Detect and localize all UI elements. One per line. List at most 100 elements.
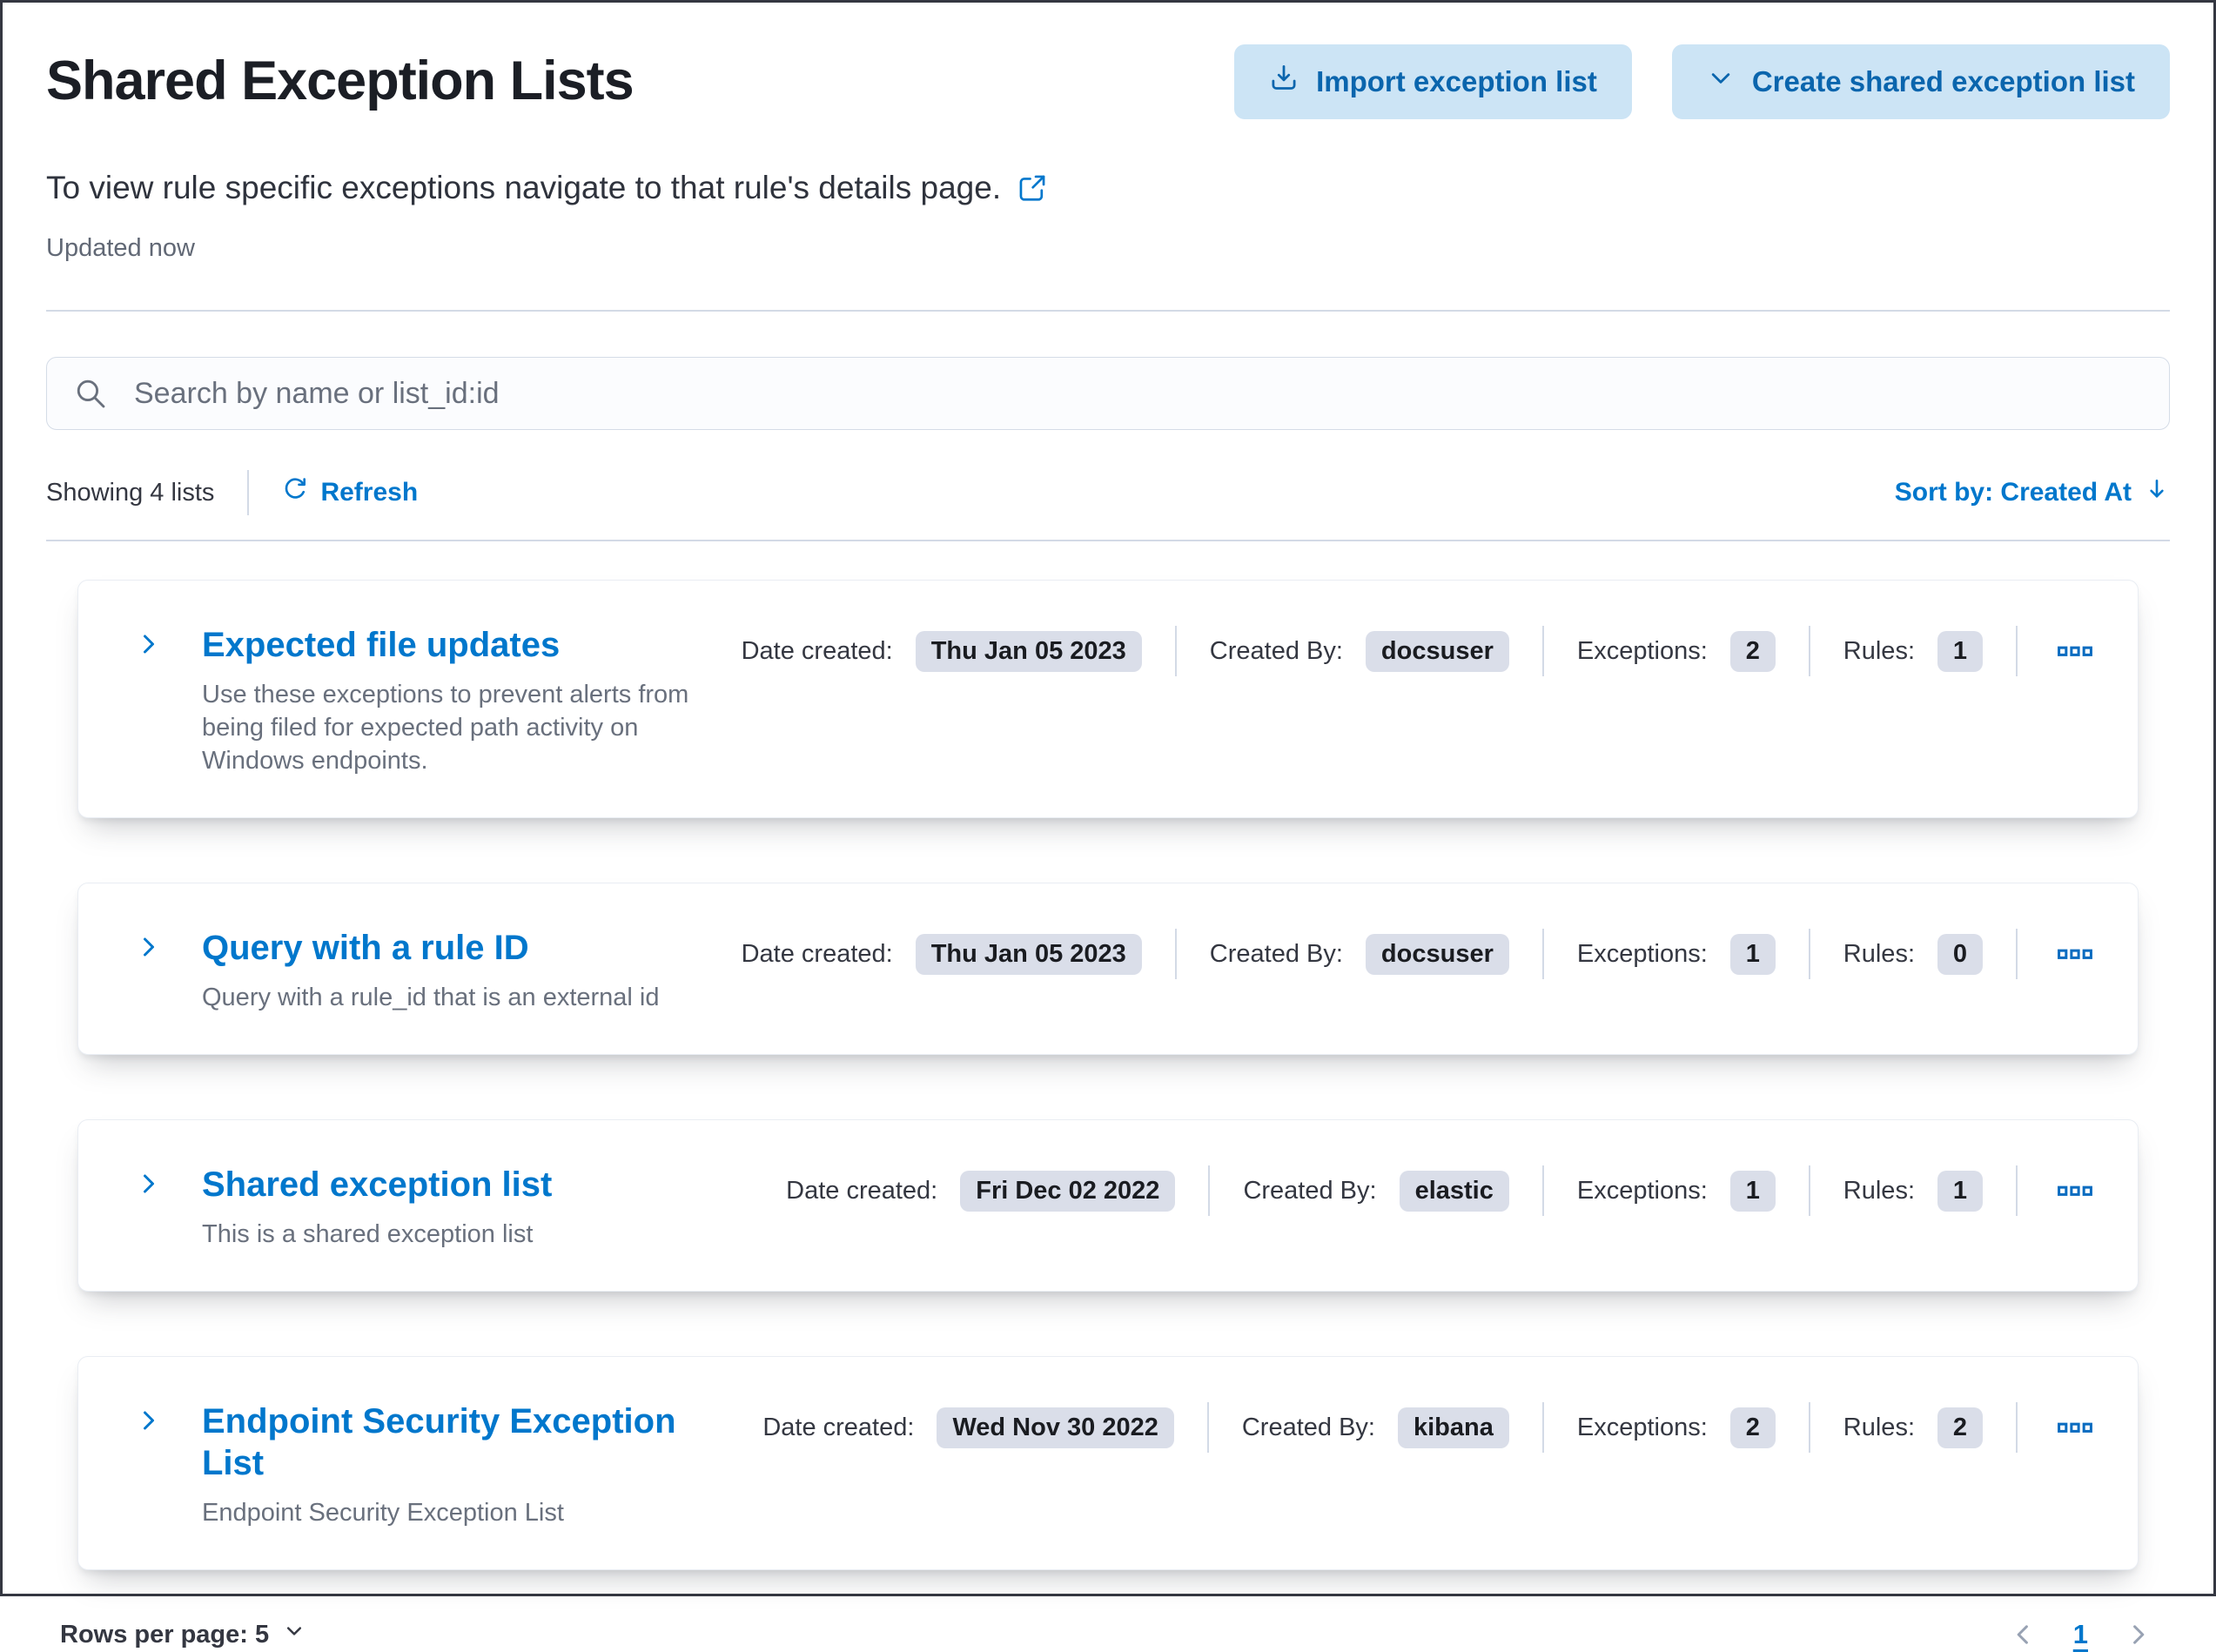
toolbar-divider — [247, 470, 250, 515]
rows-per-page-button[interactable]: Rows per page: 5 — [60, 1620, 306, 1649]
meta-divider — [1174, 626, 1177, 676]
sort-label: Sort by: Created At — [1894, 478, 2132, 507]
rules-badge: 1 — [1937, 630, 1983, 672]
page-subtitle: To view rule specific exceptions navigat… — [46, 170, 1002, 205]
meta-divider — [1541, 929, 1544, 979]
expand-row-button[interactable] — [136, 934, 162, 963]
list-name-link[interactable]: Shared exception list — [202, 1164, 552, 1205]
list-meta: Date created: Wed Nov 30 2022 Created By… — [762, 1402, 2099, 1453]
meta-divider — [1541, 1402, 1544, 1453]
import-download-icon — [1269, 64, 1299, 100]
meta-divider — [2016, 1402, 2018, 1453]
import-button-label: Import exception list — [1316, 65, 1597, 97]
showing-count: Showing 4 lists — [46, 478, 215, 507]
card-menu-button[interactable] — [2051, 627, 2099, 675]
created-by-badge: docsuser — [1365, 630, 1509, 672]
created-by-label: Created By: — [1209, 939, 1343, 968]
date-created-badge: Thu Jan 05 2023 — [915, 933, 1142, 975]
search-input[interactable] — [46, 357, 2170, 430]
pagination-next-button[interactable] — [2121, 1617, 2156, 1652]
search-icon — [74, 377, 107, 414]
date-created-label: Date created: — [741, 939, 893, 968]
meta-divider — [2016, 1165, 2018, 1216]
sort-by-button[interactable]: Sort by: Created At — [1895, 476, 2170, 509]
expand-row-button[interactable] — [136, 631, 162, 660]
shared-exception-lists-page: Shared Exception Lists Import exception … — [3, 3, 2213, 1652]
date-created-label: Date created: — [741, 636, 893, 665]
meta-divider — [1174, 929, 1177, 979]
chevron-down-icon — [283, 1620, 306, 1649]
updated-status: Updated now — [46, 234, 195, 262]
boxes-horizontal-icon — [2056, 1185, 2094, 1212]
boxes-horizontal-icon — [2056, 1422, 2094, 1449]
created-by-label: Created By: — [1243, 1176, 1377, 1205]
exception-lists: Expected file updates Use these exceptio… — [46, 541, 2170, 1570]
rows-per-page-label: Rows per page: 5 — [60, 1620, 270, 1649]
exceptions-label: Exceptions: — [1576, 1176, 1708, 1205]
list-meta: Date created: Fri Dec 02 2022 Created By… — [786, 1165, 2099, 1216]
meta-divider — [1541, 1165, 1544, 1216]
exceptions-badge: 1 — [1729, 1170, 1776, 1212]
expand-row-button[interactable] — [136, 1407, 162, 1436]
page-header: Shared Exception Lists Import exception … — [46, 27, 2170, 119]
date-created-label: Date created: — [786, 1176, 938, 1205]
create-button-label: Create shared exception list — [1751, 65, 2135, 97]
chevron-right-icon — [136, 1174, 162, 1199]
created-by-badge: kibana — [1398, 1407, 1509, 1448]
card-menu-button[interactable] — [2051, 930, 2099, 978]
boxes-horizontal-icon — [2056, 949, 2094, 976]
meta-divider — [1541, 626, 1544, 676]
meta-divider — [1208, 1165, 1211, 1216]
exceptions-label: Exceptions: — [1576, 636, 1708, 665]
list-name-link[interactable]: Query with a rule ID — [202, 927, 529, 969]
pagination: 1 — [2005, 1617, 2156, 1652]
chevron-left-icon — [2009, 1625, 2037, 1651]
rules-label: Rules: — [1843, 636, 1915, 665]
chevron-down-icon — [1707, 64, 1735, 99]
date-created-badge: Thu Jan 05 2023 — [915, 630, 1142, 672]
sort-down-icon — [2144, 476, 2170, 509]
exceptions-badge: 1 — [1729, 933, 1776, 975]
meta-divider — [2016, 929, 2018, 979]
created-by-label: Created By: — [1241, 1413, 1375, 1441]
external-link-icon[interactable] — [1017, 172, 1048, 204]
exceptions-badge: 2 — [1729, 630, 1776, 672]
created-by-label: Created By: — [1209, 636, 1343, 665]
header-divider — [46, 310, 2170, 312]
list-name-link[interactable]: Expected file updates — [202, 624, 560, 666]
list-name-link[interactable]: Endpoint Security Exception List — [202, 1400, 742, 1484]
date-created-badge: Wed Nov 30 2022 — [937, 1407, 1174, 1448]
exception-list-card: Query with a rule ID Query with a rule_i… — [77, 883, 2139, 1055]
exception-list-card: Expected file updates Use these exceptio… — [77, 580, 2139, 818]
exceptions-label: Exceptions: — [1576, 939, 1708, 968]
list-toolbar: Showing 4 lists Refresh Sort by: Created… — [46, 470, 2170, 515]
meta-divider — [1206, 1402, 1209, 1453]
rules-label: Rules: — [1843, 939, 1915, 968]
list-description: This is a shared exception list — [202, 1220, 534, 1248]
rules-badge: 2 — [1937, 1407, 1983, 1448]
meta-divider — [1808, 626, 1810, 676]
rules-label: Rules: — [1843, 1176, 1915, 1205]
chevron-right-icon — [136, 937, 162, 963]
list-meta: Date created: Thu Jan 05 2023 Created By… — [742, 929, 2099, 979]
card-menu-button[interactable] — [2051, 1166, 2099, 1215]
refresh-label: Refresh — [320, 478, 419, 507]
refresh-button[interactable]: Refresh — [282, 476, 418, 509]
page-number-button[interactable]: 1 — [2073, 1619, 2088, 1650]
import-exception-list-button[interactable]: Import exception list — [1234, 44, 1632, 119]
rules-badge: 1 — [1937, 1170, 1983, 1212]
created-by-badge: docsuser — [1365, 933, 1509, 975]
rules-label: Rules: — [1843, 1413, 1915, 1441]
refresh-icon — [282, 476, 308, 509]
exceptions-label: Exceptions: — [1576, 1413, 1708, 1441]
list-meta: Date created: Thu Jan 05 2023 Created By… — [742, 626, 2099, 676]
expand-row-button[interactable] — [136, 1171, 162, 1199]
pagination-prev-button[interactable] — [2005, 1617, 2040, 1652]
card-menu-button[interactable] — [2051, 1403, 2099, 1452]
date-created-badge: Fri Dec 02 2022 — [960, 1170, 1176, 1212]
create-shared-exception-list-button[interactable]: Create shared exception list — [1671, 44, 2170, 119]
exceptions-badge: 2 — [1729, 1407, 1776, 1448]
header-actions: Import exception list Create shared exce… — [1234, 44, 2170, 119]
boxes-horizontal-icon — [2056, 646, 2094, 673]
list-description: Endpoint Security Exception List — [202, 1499, 564, 1527]
